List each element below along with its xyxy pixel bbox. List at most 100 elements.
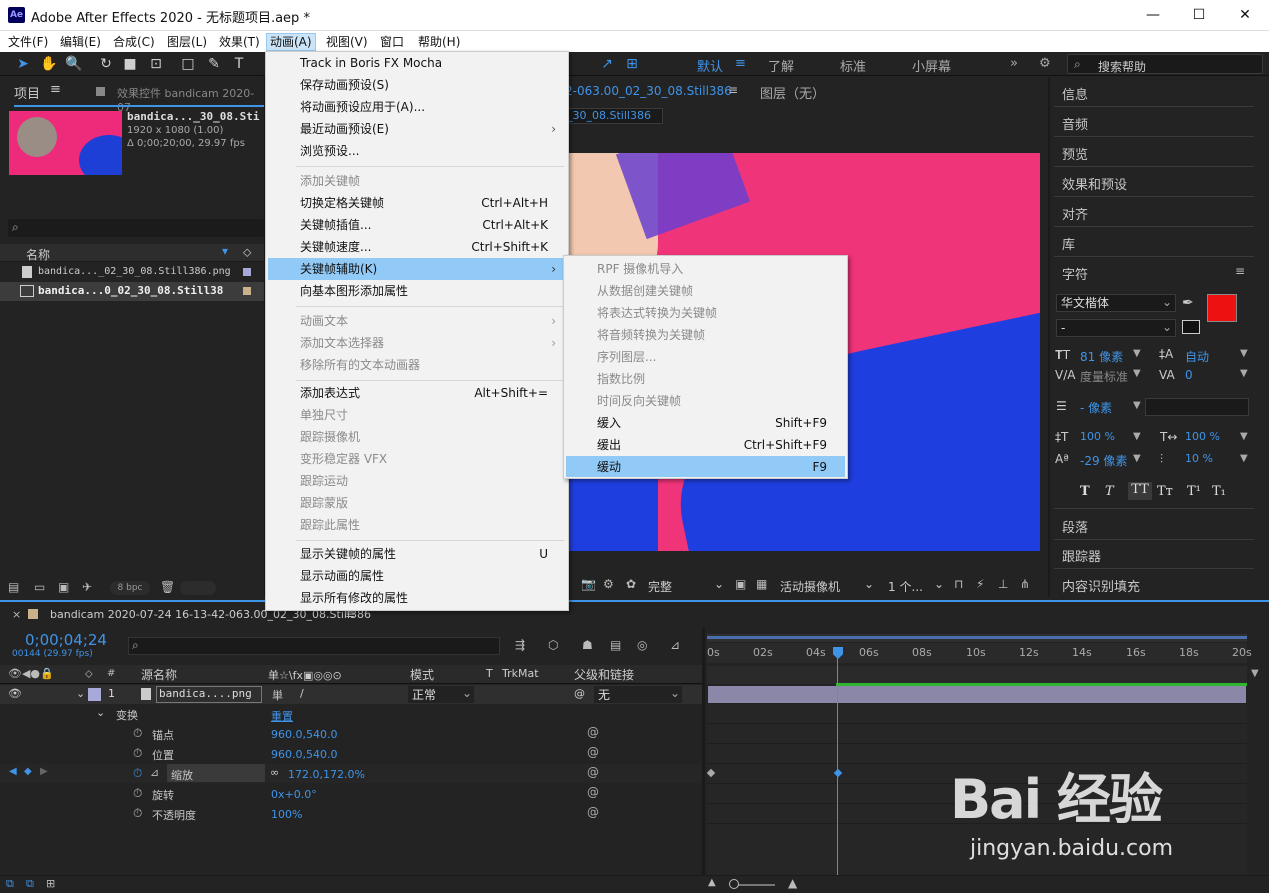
- stopwatch-icon[interactable]: ⏱: [133, 786, 142, 801]
- workspace-standard[interactable]: 标准: [840, 56, 866, 75]
- toggle-pixel-icon[interactable]: ⊓: [954, 577, 963, 591]
- interpret-footage-icon[interactable]: ▤: [8, 580, 19, 594]
- color-channel-icon[interactable]: ✿: [626, 577, 636, 591]
- menu-item-browse-presets[interactable]: 浏览预设...: [300, 140, 550, 162]
- shy-switch-icon[interactable]: 単: [272, 687, 283, 703]
- layer-label-swatch[interactable]: [88, 688, 101, 701]
- menu-item-separate-dimensions[interactable]: 单独尺寸: [300, 404, 550, 426]
- stopwatch-active-icon[interactable]: ⏱: [133, 766, 142, 781]
- project-search-input[interactable]: ⌕: [8, 219, 264, 237]
- panel-audio[interactable]: 音频: [1062, 114, 1088, 133]
- chevron-down-icon[interactable]: ⌄: [76, 687, 85, 700]
- rotation-value[interactable]: 0x+0.0°: [271, 788, 317, 801]
- next-keyframe-icon[interactable]: ▶: [40, 766, 48, 777]
- submenu-item-convert-expression[interactable]: 将表达式转换为关键帧: [597, 302, 717, 324]
- thumbnail-slider[interactable]: [180, 581, 216, 595]
- menu-item-track-this-property[interactable]: 跟踪此属性: [300, 514, 550, 536]
- tsume-value[interactable]: 10 %: [1185, 452, 1213, 465]
- faux-italic-button[interactable]: T: [1105, 484, 1114, 499]
- superscript-button[interactable]: T¹: [1187, 484, 1201, 499]
- pen-tool-icon[interactable]: ✎: [205, 55, 223, 73]
- sync-settings-icon[interactable]: ⚙: [1039, 56, 1051, 71]
- menu-item-apply-preset[interactable]: 将动画预设应用于(A)...: [300, 96, 550, 118]
- fast-preview-icon[interactable]: ⚡: [976, 577, 984, 591]
- camera-tool-icon[interactable]: ■: [121, 55, 139, 73]
- opacity-value[interactable]: 100%: [271, 808, 302, 821]
- submenu-item-sequence-layers[interactable]: 序列图层...: [597, 346, 656, 368]
- graph-icon[interactable]: ⊿: [150, 766, 159, 779]
- submenu-item-keyframes-from-data[interactable]: 从数据创建关键帧: [597, 280, 693, 302]
- faux-bold-button[interactable]: T: [1080, 484, 1090, 499]
- timeline-search-input[interactable]: ⌕: [128, 637, 500, 655]
- kerning-value[interactable]: 度量标准: [1080, 368, 1128, 385]
- menu-item-reveal-modified[interactable]: 显示所有修改的属性: [300, 587, 550, 609]
- workspace-more-icon[interactable]: »: [1010, 56, 1018, 71]
- parent-select[interactable]: 无: [594, 686, 682, 703]
- layer-row[interactable]: 👁 ⌄ 1 bandica....png 単 / 正常 ⌄ @ 无 ⌄: [0, 685, 702, 704]
- current-timecode[interactable]: 0;00;04;24: [25, 631, 107, 649]
- workspace-menu-icon[interactable]: ≡: [735, 56, 746, 71]
- timeline-icon[interactable]: ⊥: [998, 577, 1008, 591]
- menu-edit[interactable]: 编辑(E): [57, 33, 104, 51]
- composition-mini-flowchart-icon[interactable]: ⇶: [515, 638, 525, 652]
- bit-depth-button[interactable]: 8 bpc: [110, 581, 150, 595]
- menu-composition[interactable]: 合成(C): [110, 33, 158, 51]
- mode-header[interactable]: 模式: [410, 666, 434, 683]
- menu-item-add-to-essential-graphics[interactable]: 向基本图形添加属性: [300, 280, 550, 302]
- expression-pickwhip-icon[interactable]: @: [587, 805, 599, 819]
- layer-switches-toggle-icon[interactable]: ⧉: [6, 877, 14, 891]
- panel-paragraph[interactable]: 段落: [1062, 517, 1088, 536]
- expression-pickwhip-icon[interactable]: @: [587, 725, 599, 739]
- all-caps-button[interactable]: TT: [1128, 482, 1152, 500]
- menu-item-recent-presets[interactable]: 最近动画预设(E): [300, 118, 550, 140]
- menu-window[interactable]: 窗口: [377, 33, 407, 51]
- panel-align[interactable]: 对齐: [1062, 204, 1088, 223]
- menu-item-track-motion[interactable]: 跟踪运动: [300, 470, 550, 492]
- hand-tool-icon[interactable]: ✋: [40, 55, 58, 73]
- work-area-bar[interactable]: [707, 634, 1247, 642]
- timeline-divider[interactable]: [702, 628, 705, 878]
- baseline-shift-value[interactable]: -29 像素: [1080, 452, 1127, 469]
- menu-view[interactable]: 视图(V): [323, 33, 371, 51]
- zoom-slider-thumb[interactable]: [729, 879, 739, 889]
- menu-layer[interactable]: 图层(L): [164, 33, 210, 51]
- menu-item-track-camera[interactable]: 跟踪摄像机: [300, 426, 550, 448]
- menu-item-add-text-selector[interactable]: 添加文本选择器: [300, 332, 550, 354]
- rotate-tool-icon[interactable]: ↻: [97, 55, 115, 73]
- source-name-header[interactable]: 源名称: [141, 666, 177, 683]
- snapping-icon[interactable]: ↗: [598, 55, 616, 73]
- parent-header[interactable]: 父级和链接: [574, 666, 634, 683]
- region-of-interest-icon[interactable]: ▣: [735, 577, 746, 591]
- draft-3d-icon[interactable]: ⬡: [548, 638, 558, 652]
- expression-pickwhip-icon[interactable]: @: [587, 785, 599, 799]
- minimize-button[interactable]: —: [1130, 0, 1176, 31]
- character-menu-icon[interactable]: ≡: [1235, 264, 1245, 278]
- menu-help[interactable]: 帮助(H): [415, 33, 463, 51]
- font-size-value[interactable]: 81 像素: [1080, 348, 1123, 365]
- workspace-small-screen[interactable]: 小屏幕: [912, 56, 951, 75]
- trkmat-header[interactable]: TrkMat: [502, 667, 539, 680]
- menu-item-warp-stabilizer[interactable]: 变形稳定器 VFX: [300, 448, 550, 470]
- zoom-out-icon[interactable]: ▲: [708, 877, 716, 888]
- close-button[interactable]: ✕: [1222, 0, 1268, 31]
- submenu-item-time-reverse[interactable]: 时间反向关键帧: [597, 390, 681, 412]
- stopwatch-icon[interactable]: ⏱: [133, 726, 142, 741]
- render-queue-icon[interactable]: ✈: [82, 580, 92, 594]
- zoom-in-icon[interactable]: ▲: [788, 876, 797, 890]
- submenu-item-easy-ease-out[interactable]: 缓出: [597, 434, 621, 456]
- expression-pickwhip-icon[interactable]: @: [587, 745, 599, 759]
- font-family-select[interactable]: 华文楷体: [1056, 294, 1176, 312]
- flowchart-icon[interactable]: ⋔: [1020, 577, 1030, 591]
- new-folder-icon[interactable]: ▭: [34, 580, 45, 594]
- leading-value[interactable]: 自动: [1185, 348, 1209, 365]
- transparency-grid-icon[interactable]: ▦: [756, 577, 767, 591]
- menu-effect[interactable]: 效果(T): [216, 33, 263, 51]
- menu-item-save-preset[interactable]: 保存动画预设(S): [300, 74, 550, 96]
- panel-preview[interactable]: 预览: [1062, 144, 1088, 163]
- tab-project-menu-icon[interactable]: ≡: [50, 82, 61, 97]
- eyedropper-icon[interactable]: ✒: [1182, 295, 1194, 311]
- layer-duration-bar[interactable]: [708, 686, 1246, 703]
- panel-tracker[interactable]: 跟踪器: [1062, 546, 1101, 565]
- menu-animation[interactable]: 动画(A): [266, 33, 316, 51]
- stroke-width-value[interactable]: - 像素: [1080, 399, 1112, 416]
